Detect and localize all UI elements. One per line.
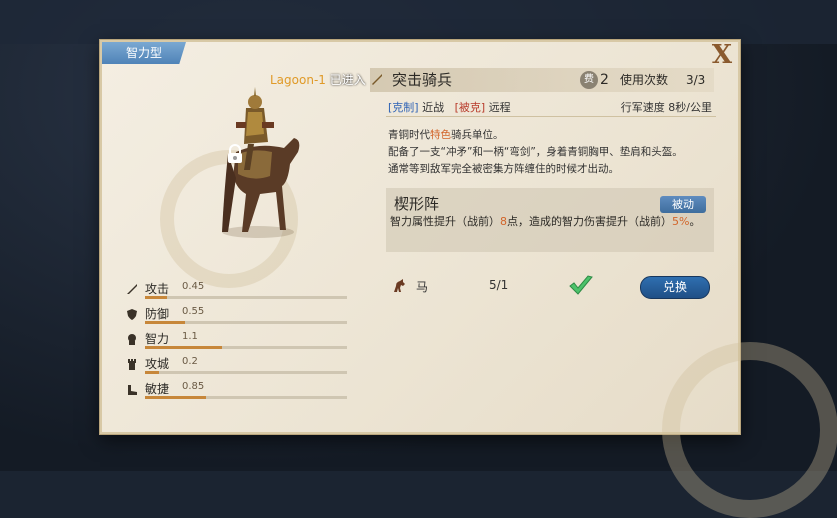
unit-name: 突击骑兵 (392, 71, 453, 89)
stat-bar (145, 296, 347, 299)
unit-type-ribbon: 智力型 (102, 42, 186, 64)
shield-icon (127, 309, 137, 320)
stat-bar-fill (145, 371, 160, 374)
unit-description: 青铜时代特色骑兵单位。 配备了一支“冲矛”和一柄“弯剑”，身着青铜胸甲、垫肩和头… (388, 127, 718, 178)
skill-box: 楔形阵 被动 智力属性提升（战前）8点，造成的智力伤害提升（战前）5%。 (386, 188, 714, 252)
checkmark-icon (569, 275, 593, 295)
countered-value: 远程 (488, 101, 511, 114)
uses-value: 3/3 (686, 73, 706, 87)
horse-icon (394, 279, 405, 292)
stat-label: 敏捷 (145, 382, 170, 396)
skill-text: 点，造成的智力伤害提升（战前） (507, 215, 672, 228)
stat-bar (145, 321, 347, 324)
boot-icon (128, 385, 137, 395)
stat-bar (145, 371, 347, 374)
stat-value: 0.55 (182, 306, 205, 317)
desc-line: 配备了一支“冲矛”和一柄“弯剑”，身着青铜胸甲、垫肩和头盔。 (388, 146, 683, 158)
stat-row: 攻击 0.45 (126, 280, 366, 302)
counter-value: 近战 (422, 101, 445, 114)
skill-percent: 5% (672, 215, 690, 228)
stat-row: 防御 0.55 (126, 305, 366, 327)
countered-label: [被克] (454, 101, 486, 114)
stat-label: 防御 (145, 307, 170, 321)
requirement-name: 马 (416, 280, 429, 294)
stat-bar (145, 346, 347, 349)
top-hud-strip (0, 0, 837, 44)
sword-icon (127, 284, 137, 294)
stat-value: 0.2 (182, 356, 198, 367)
lock-icon (228, 144, 242, 163)
cost-icon: 费 (580, 71, 598, 89)
desc-text: 青铜时代 (388, 129, 430, 141)
desc-line: 通常等到敌军完全被密集方阵缠住的时候才出动。 (388, 163, 619, 175)
stat-row: 智力 1.1 (126, 330, 366, 352)
march-speed: 行军速度 8秒/公里 (620, 101, 712, 114)
stat-row: 敏捷 0.85 (126, 380, 366, 402)
cavalry-unit-portrait (222, 87, 300, 238)
notice-text: 已进入 (329, 73, 366, 87)
stat-bar (145, 396, 347, 399)
skill-description: 智力属性提升（战前）8点，造成的智力伤害提升（战前）5%。 (390, 214, 710, 230)
stat-bar-fill (145, 396, 206, 399)
close-button[interactable]: X (712, 40, 732, 70)
requirement-count: 5/1 (489, 278, 509, 292)
stat-value: 1.1 (182, 331, 198, 342)
desc-highlight: 特色 (430, 129, 451, 141)
stat-bar-fill (145, 296, 168, 299)
skill-text: 智力属性提升（战前） (390, 215, 500, 228)
stat-row: 攻城 0.2 (126, 355, 366, 377)
stat-value: 0.85 (182, 381, 205, 392)
skill-name: 楔形阵 (394, 195, 440, 213)
tower-icon (128, 359, 136, 370)
stat-bar-fill (145, 321, 186, 324)
compass-decoration (662, 342, 837, 518)
stat-label: 智力 (145, 332, 170, 346)
broadcast-notice: Lagoon-1 已进入 (270, 68, 384, 92)
divider (386, 116, 716, 117)
counter-label: [克制] (388, 101, 419, 114)
stat-label: 攻城 (145, 357, 170, 371)
skill-text: 。 (689, 215, 701, 228)
stat-bar-fill (145, 346, 222, 349)
cost-value: 2 (600, 72, 609, 88)
counter-info: [克制] 近战 [被克] 远程 (388, 99, 511, 115)
stat-value: 0.45 (182, 281, 205, 292)
unit-detail-panel: 智力型 X Lagoon-1 已进入 突击骑兵 费 2 使用次数 3/3 [克制… (100, 40, 837, 518)
exchange-button[interactable]: 兑换 (640, 276, 710, 299)
skill-number: 8 (500, 215, 507, 228)
uses-label: 使用次数 (620, 73, 669, 87)
desc-text: 骑兵单位。 (451, 129, 504, 141)
sword-icon (371, 74, 382, 85)
skill-type-badge: 被动 (660, 196, 706, 213)
notice-player: Lagoon-1 (270, 73, 326, 87)
stat-label: 攻击 (145, 282, 170, 296)
head-icon (128, 334, 136, 345)
